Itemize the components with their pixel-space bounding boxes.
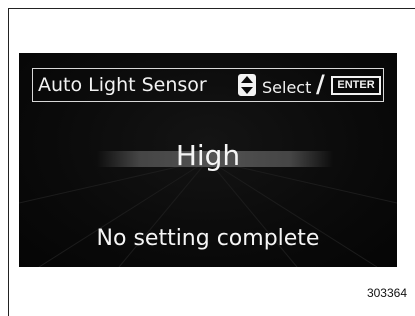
setting-header: Auto Light Sensor Select / ENTER — [32, 68, 384, 102]
figure-frame-left — [8, 8, 9, 316]
figure-id: 303364 — [366, 286, 407, 300]
hint-separator: / — [316, 70, 325, 98]
figure-frame-top — [8, 8, 415, 9]
status-message: No setting complete — [96, 226, 320, 251]
select-hint-label: Select — [262, 78, 312, 97]
enter-key-icon: ENTER — [331, 76, 381, 95]
setting-title: Auto Light Sensor — [38, 74, 207, 96]
display-screen: Auto Light Sensor Select / ENTER High No… — [19, 53, 397, 267]
up-down-arrows-icon — [238, 74, 256, 96]
current-setting-value[interactable]: High — [19, 136, 397, 176]
